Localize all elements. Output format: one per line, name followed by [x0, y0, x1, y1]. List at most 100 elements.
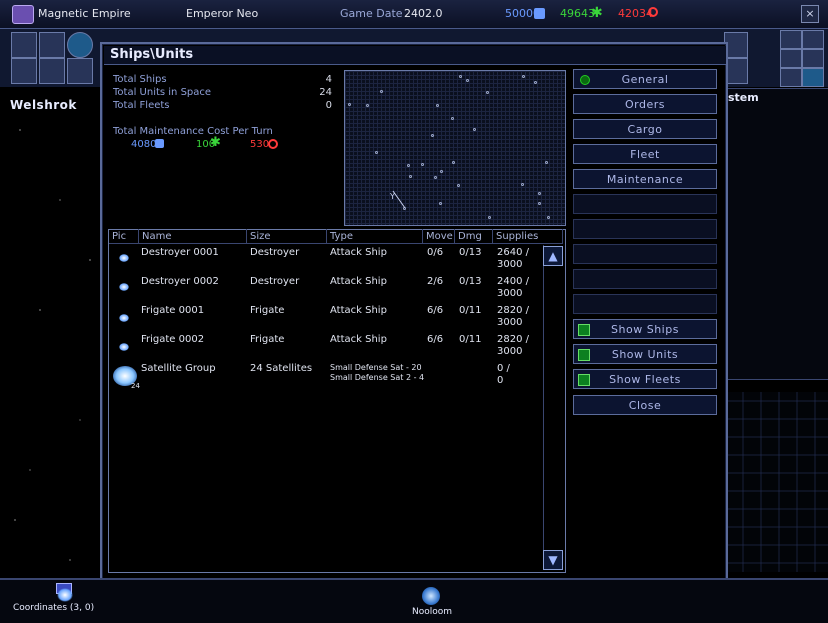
maintenance-label: Total Maintenance Cost Per Turn	[113, 126, 273, 137]
checkbox-checked-icon	[578, 349, 590, 361]
column-header-type[interactable]: Type	[327, 229, 423, 244]
show-fleets-toggle[interactable]: Show Fleets	[573, 369, 717, 389]
maintenance-organics-icon: ✱	[210, 135, 221, 150]
galaxy-minimap[interactable]: Y	[344, 70, 566, 226]
empire-logo-icon[interactable]	[12, 5, 34, 24]
row-dmg: 0/11	[459, 305, 482, 316]
column-header-size[interactable]: Size	[247, 229, 327, 244]
row-supplies-max: 3000	[497, 288, 523, 299]
destroyer-icon	[119, 283, 129, 291]
minimap-star	[436, 104, 439, 107]
minimap-star	[451, 117, 454, 120]
nav-left-button[interactable]	[780, 49, 802, 68]
table-row[interactable]: 24 Satellite Group 24 Satellites Small D…	[109, 362, 541, 394]
row-supplies: 2640 /	[497, 247, 529, 258]
table-scrollbar[interactable]	[543, 245, 563, 569]
show-units-toggle[interactable]: Show Units	[573, 344, 717, 364]
table-row[interactable]: Frigate 0002 Frigate Attack Ship 6/6 0/1…	[109, 333, 541, 361]
column-header-move[interactable]: Move	[423, 229, 455, 244]
globe-nav-button[interactable]	[802, 68, 824, 87]
stat-value-total-ships: 4	[325, 74, 332, 85]
system-panel	[720, 88, 828, 380]
minimap-star	[547, 216, 550, 219]
row-supplies: 2820 /	[497, 305, 529, 316]
table-row[interactable]: Destroyer 0001 Destroyer Attack Ship 0/6…	[109, 246, 541, 274]
column-header-supplies[interactable]: Supplies	[493, 229, 563, 244]
resource-green-value: 49643	[560, 7, 595, 20]
nav-right-button[interactable]	[802, 49, 824, 68]
table-row[interactable]: Destroyer 0002 Destroyer Attack Ship 2/6…	[109, 275, 541, 303]
alien-tool-button[interactable]	[39, 58, 65, 84]
row-name: Satellite Group	[141, 363, 216, 374]
fleet-button[interactable]: Fleet	[573, 144, 717, 164]
emperor-name: Emperor Neo	[186, 7, 259, 20]
research-tool-button[interactable]	[11, 58, 37, 84]
close-button[interactable]: Close	[573, 395, 717, 415]
minimap-star	[522, 75, 525, 78]
general-button[interactable]: General	[573, 69, 717, 89]
map-tool-button[interactable]	[39, 32, 65, 58]
row-move: 6/6	[427, 305, 444, 316]
row-move: 6/6	[427, 334, 444, 345]
minimap-route-line: Y	[389, 190, 406, 209]
row-size: 24 Satellites	[250, 363, 313, 374]
empire-name: Magnetic Empire	[38, 7, 131, 20]
row-supplies-max: 3000	[497, 346, 523, 357]
stat-label-total-fleets: Total Fleets	[113, 100, 170, 111]
minimap-star	[534, 81, 537, 84]
organics-icon: ✱	[591, 5, 603, 21]
planet-icon[interactable]	[422, 587, 440, 605]
checkbox-checked-icon	[578, 374, 590, 386]
minimap-star	[466, 79, 469, 82]
nav-up-right-button[interactable]	[802, 30, 824, 49]
nav-up-left-button[interactable]	[780, 30, 802, 49]
column-header-name[interactable]: Name	[139, 229, 247, 244]
checkbox-checked-icon	[578, 324, 590, 336]
planet-glow-icon	[57, 588, 73, 602]
mineral-icon	[534, 8, 545, 19]
row-dmg: 0/11	[459, 334, 482, 345]
notes-tool-button[interactable]	[11, 32, 37, 58]
planet-tool-button[interactable]	[67, 32, 93, 58]
planet-name-left: Welshrok	[10, 98, 77, 112]
minimap-star	[452, 161, 455, 164]
row-size: Frigate	[250, 305, 285, 316]
show-ships-toggle[interactable]: Show Ships	[573, 319, 717, 339]
window-close-button[interactable]: ×	[801, 5, 819, 23]
row-size: Destroyer	[250, 276, 300, 287]
maintenance-blue-value: 4080	[131, 139, 157, 150]
row-type: Small Defense Sat - 20	[330, 363, 422, 372]
table-row[interactable]: Frigate 0001 Frigate Attack Ship 6/6 0/1…	[109, 304, 541, 332]
frigate-icon	[119, 343, 129, 351]
stat-label-total-ships: Total Ships	[113, 74, 167, 85]
row-type-secondary: Small Defense Sat 2 - 4	[330, 373, 425, 382]
minimap-star	[486, 91, 489, 94]
nav-down-button[interactable]	[780, 68, 802, 87]
maintenance-button[interactable]: Maintenance	[573, 169, 717, 189]
row-type: Attack Ship	[330, 334, 387, 345]
minimap-star	[380, 90, 383, 93]
row-name: Destroyer 0001	[141, 247, 219, 258]
minimap-star	[459, 75, 462, 78]
row-type: Attack Ship	[330, 276, 387, 287]
coordinates-readout: Coordinates (3, 0)	[13, 603, 95, 613]
minimap-star	[421, 163, 424, 166]
scroll-up-icon[interactable]: ▲	[543, 246, 563, 266]
frigate-icon	[119, 314, 129, 322]
orders-button[interactable]: Orders	[573, 94, 717, 114]
stat-value-total-units: 24	[319, 87, 332, 98]
empty-button-slot	[573, 269, 717, 289]
log-tool-button[interactable]	[67, 58, 93, 84]
radioactive-icon	[648, 7, 658, 17]
cargo-button[interactable]: Cargo	[573, 119, 717, 139]
row-supplies-max: 3000	[497, 259, 523, 270]
column-header-pic[interactable]: Pic	[109, 229, 139, 244]
satellite-count-badge: 24	[131, 382, 140, 390]
scroll-down-icon[interactable]: ▼	[543, 550, 563, 570]
row-supplies: 0 /	[497, 363, 510, 374]
maintenance-mineral-icon	[155, 139, 164, 148]
active-led-icon	[580, 75, 590, 85]
row-size: Frigate	[250, 334, 285, 345]
column-header-dmg[interactable]: Dmg	[455, 229, 493, 244]
row-dmg: 0/13	[459, 247, 482, 258]
